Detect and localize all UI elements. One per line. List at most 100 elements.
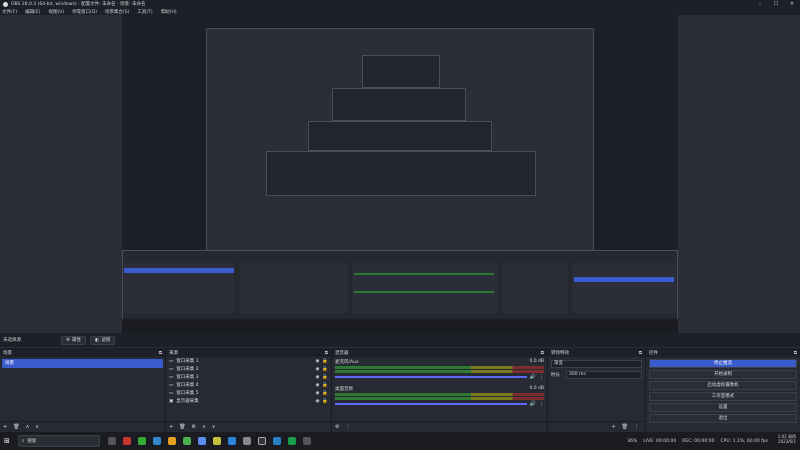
app-icon[interactable] (182, 437, 191, 445)
menu-docks[interactable]: 停靠窗口(D) (72, 9, 97, 15)
source-item[interactable]: ▭ 窗口采集 2 ◉ 🔒 (166, 365, 331, 373)
lock-icon[interactable]: 🔒 (322, 383, 328, 388)
eye-icon[interactable]: ◉ (315, 399, 319, 404)
source-item[interactable]: ▭ 窗口采集 4 ◉ 🔒 (166, 381, 331, 389)
remove-source-button[interactable]: 🗑 (179, 424, 185, 430)
monitor-icon: ▣ (169, 398, 174, 404)
start-recording-button[interactable]: 开始录制 (649, 370, 797, 379)
source-item[interactable]: ▭ 窗口采集 5 ◉ 🔒 (166, 389, 331, 397)
app-icon[interactable] (197, 437, 206, 445)
menu-dots-icon[interactable]: ⋮ (345, 424, 350, 430)
lock-icon[interactable]: 🔒 (322, 399, 328, 404)
speaker-icon[interactable]: 🔊 (530, 401, 536, 407)
app-icon[interactable] (152, 437, 161, 445)
properties-button[interactable]: ⚙ 属性 (61, 335, 87, 345)
move-up-button[interactable]: ∧ (202, 424, 206, 430)
sources-dock: 来源 ⧉ ▭ 窗口采集 1 ◉ 🔒 ▭ 窗口采集 2 ◉ 🔒 ▭ 窗口采集 3 ◉ 🔒 ▭ 窗口采集 … (166, 348, 332, 432)
move-down-button[interactable]: ∨ (35, 424, 39, 430)
taskbar-search[interactable]: ⌕ 搜索 (17, 435, 100, 447)
nested-obs-window (332, 88, 466, 121)
settings-button[interactable]: 设置 (649, 403, 797, 412)
app-icon[interactable] (122, 437, 131, 445)
dock-float-icon[interactable]: ⧉ (325, 350, 328, 356)
app-icon[interactable] (212, 437, 221, 445)
nested-obs-window (362, 55, 440, 88)
source-item[interactable]: ▣ 显示器采集 ◉ 🔒 (166, 397, 331, 405)
lock-icon[interactable]: 🔒 (322, 367, 328, 372)
speaker-icon[interactable]: 🔊 (530, 374, 536, 380)
move-down-button[interactable]: ∨ (212, 424, 216, 430)
window-icon: ▭ (169, 382, 174, 388)
window-title: OBS 28.0.3 (64-bit, windows) - 配置文件: 未命名… (11, 2, 146, 7)
dock-float-icon[interactable]: ⧉ (159, 350, 162, 356)
minimize-button[interactable]: – (752, 0, 768, 8)
dock-float-icon[interactable]: ⧉ (639, 350, 642, 356)
volume-slider[interactable] (335, 376, 527, 378)
menu-view[interactable]: 视图(V) (48, 9, 64, 15)
app-icon[interactable] (227, 437, 236, 445)
channel-name: 麦克风/Aux (335, 360, 359, 365)
maximize-button[interactable]: ☐ (768, 0, 784, 8)
menu-dots-icon[interactable]: ⋮ (634, 424, 639, 430)
studio-mode-button[interactable]: 工作室模式 (649, 392, 797, 401)
search-icon: ⌕ (21, 439, 25, 444)
eye-icon[interactable]: ◉ (315, 383, 319, 388)
obs-app-icon[interactable] (257, 437, 266, 445)
windows-start-icon[interactable]: ⊞ (4, 437, 10, 445)
eye-icon[interactable]: ◉ (315, 359, 319, 364)
add-scene-button[interactable]: + (3, 424, 7, 430)
lock-icon[interactable]: 🔒 (322, 391, 328, 396)
gear-icon[interactable]: ⋮ (539, 374, 544, 380)
stop-streaming-button[interactable]: 停止推流 (649, 359, 797, 368)
source-properties-button[interactable]: ⚙ (192, 424, 196, 430)
exit-button[interactable]: 退出 (649, 414, 797, 423)
transition-select[interactable]: 渐变 (551, 360, 642, 368)
dock-float-icon[interactable]: ⧉ (794, 350, 797, 356)
advanced-audio-icon[interactable]: ⚙ (335, 424, 339, 430)
lock-icon[interactable]: 🔒 (322, 375, 328, 380)
app-icon[interactable] (302, 437, 311, 445)
scene-item[interactable]: 场景 (2, 359, 163, 368)
menu-help[interactable]: 帮助(H) (161, 9, 177, 15)
menu-file[interactable]: 文件(F) (2, 9, 17, 15)
eye-icon[interactable]: ◉ (315, 367, 319, 372)
remove-scene-button[interactable]: 🗑 (13, 424, 19, 430)
taskbar-clock[interactable]: 1:02 周四 2023/6/1 (778, 434, 796, 444)
mixer-channel: 桌面音频 0.0 dB 🔊 ⋮ (332, 386, 547, 407)
add-source-button[interactable]: + (169, 424, 173, 430)
window-icon: ▭ (169, 374, 174, 380)
dock-float-icon[interactable]: ⧉ (541, 350, 544, 356)
app-icon[interactable] (167, 437, 176, 445)
menu-edit[interactable]: 编辑(E) (25, 9, 40, 15)
app-icon[interactable] (137, 437, 146, 445)
menu-tools[interactable]: 工具(T) (137, 9, 152, 15)
close-button[interactable]: ✕ (784, 0, 800, 8)
eye-icon[interactable]: ◉ (315, 375, 319, 380)
fps-percent: 36% (627, 438, 638, 444)
gear-icon[interactable]: ⋮ (539, 401, 544, 407)
filter-icon: ◧ (95, 337, 100, 343)
context-bar: 未选择源 ⚙ 属性 ◧ 滤镜 (0, 333, 800, 347)
move-up-button[interactable]: ∧ (26, 424, 30, 430)
transitions-title: 转场特效 (551, 350, 569, 356)
task-view-icon[interactable] (107, 437, 116, 445)
source-item[interactable]: ▭ 窗口采集 1 ◉ 🔒 (166, 357, 331, 365)
filters-button[interactable]: ◧ 滤镜 (90, 335, 116, 345)
volume-meter (335, 397, 544, 400)
app-icon[interactable] (272, 437, 281, 445)
scenes-title: 场景 (3, 350, 12, 356)
scenes-dock: 场景 ⧉ 场景 + 🗑 ∧ ∨ (0, 348, 166, 432)
source-item[interactable]: ▭ 窗口采集 3 ◉ 🔒 (166, 373, 331, 381)
volume-slider[interactable] (335, 403, 527, 405)
duration-input[interactable]: 300 ms (566, 371, 642, 379)
start-virtual-camera-button[interactable]: 启动虚拟摄像机 (649, 381, 797, 390)
app-icon[interactable] (287, 437, 296, 445)
add-transition-button[interactable]: + (611, 424, 615, 430)
menu-scene-collection[interactable]: 场景集合(S) (105, 9, 129, 15)
app-icon[interactable] (242, 437, 251, 445)
volume-meter (335, 393, 544, 396)
remove-transition-button[interactable]: 🗑 (622, 424, 628, 430)
eye-icon[interactable]: ◉ (315, 391, 319, 396)
cpu-status: CPU: 1.1%, 60.00 fps (720, 438, 769, 444)
lock-icon[interactable]: 🔒 (322, 359, 328, 364)
